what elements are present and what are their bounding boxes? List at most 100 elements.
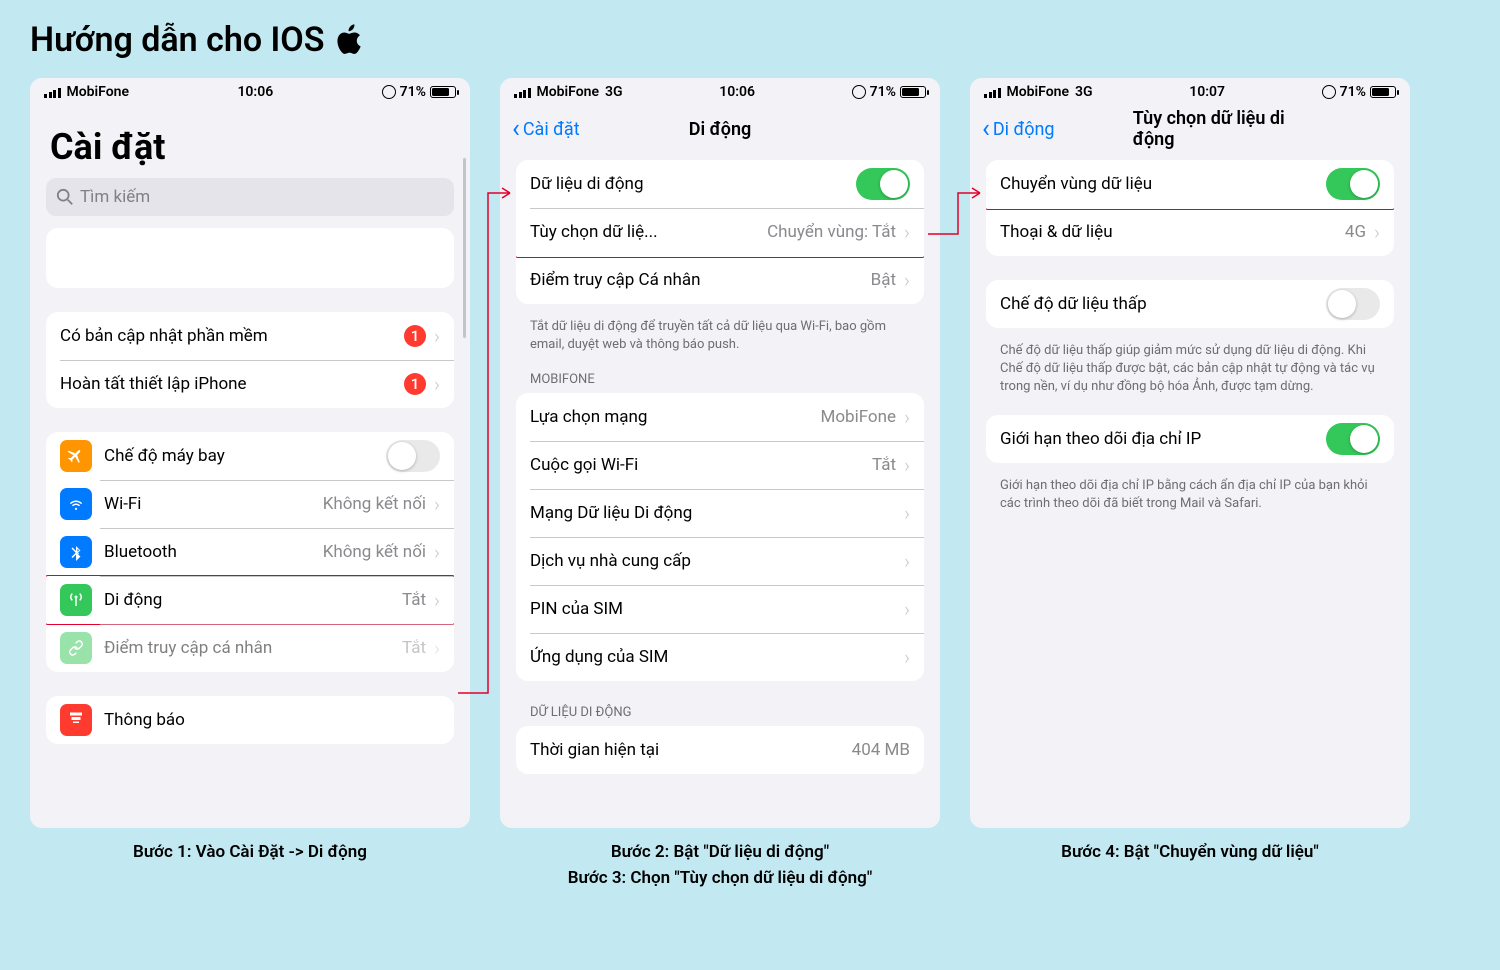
row-label: Cuộc gọi Wi-Fi [530,455,872,475]
page-title: Hướng dẫn cho IOS [30,20,1470,60]
nav-bar: ‹ Di động Tùy chọn dữ liệu di động [970,106,1410,152]
account-card[interactable] [46,228,454,288]
row-value: Tắt [402,590,426,610]
settings-title: Cài đặt [30,106,470,178]
row-value: 4G [1345,222,1366,242]
hotspot-row[interactable]: Điểm truy cập cá nhân Tắt › [46,624,454,672]
row-label: Mạng Dữ liệu Di động [530,503,896,523]
back-button[interactable]: ‹ Cài đặt [512,114,580,144]
chevron-left-icon: ‹ [982,114,990,144]
chevron-right-icon: › [904,501,910,525]
link-icon [60,632,92,664]
roaming-switch[interactable] [1326,168,1380,200]
arrow-1to2 [458,178,518,728]
ip-limit-footer: Giới hạn theo dõi địa chỉ IP bằng cách ẩ… [970,471,1410,531]
search-icon [56,188,74,206]
data-footer-text: Tắt dữ liệu di động để truyền tất cả dữ … [500,312,940,372]
carrier-text: MobiFone [537,84,600,100]
row-label: Chế độ dữ liệu thấp [1000,294,1326,314]
finish-setup-row[interactable]: Hoàn tất thiết lập iPhone 1 › [46,360,454,408]
low-data-switch[interactable] [1326,288,1380,320]
chevron-right-icon: › [904,597,910,621]
bluetooth-icon [60,536,92,568]
apple-icon [334,23,364,57]
arrow-2to3 [928,178,988,258]
phone-2-mobile: MobiFone 3G 10:06 71% ‹ Cài đặt Di động … [500,78,940,828]
data-network-row[interactable]: Mạng Dữ liệu Di động › [516,489,924,537]
data-roaming-row[interactable]: Chuyển vùng dữ liệu [986,160,1394,208]
sim-apps-row[interactable]: Ứng dụng của SIM › [516,633,924,681]
mobifone-header: MOBIFONE [500,372,940,393]
row-label: Bluetooth [104,542,323,562]
badge: 1 [404,325,426,347]
mobile-data-row[interactable]: Dữ liệu di động [516,160,924,208]
ip-limit-row[interactable]: Giới hạn theo dõi địa chỉ IP [986,415,1394,463]
battery-icon [430,86,456,98]
data-usage-header: DỮ LIỆU DI ĐỘNG [500,705,940,726]
battery-text: 71% [400,84,426,100]
badge: 1 [404,373,426,395]
sim-pin-row[interactable]: PIN của SIM › [516,585,924,633]
row-label: Giới hạn theo dõi địa chỉ IP [1000,429,1326,449]
wifi-calling-row[interactable]: Cuộc gọi Wi-Fi Tắt › [516,441,924,489]
chevron-left-icon: ‹ [512,114,520,144]
airplane-switch[interactable] [386,440,440,472]
row-label: Điểm truy cập cá nhân [104,638,402,658]
bell-icon [60,704,92,736]
chevron-right-icon: › [904,220,910,244]
data-options-row[interactable]: Tùy chọn dữ liệ... Chuyển vùng: Tắt › [516,208,924,256]
software-update-row[interactable]: Có bản cập nhật phần mềm 1 › [46,312,454,360]
row-label: Lựa chọn mạng [530,407,820,427]
mobile-row[interactable]: Di động Tắt › [46,576,454,624]
airplane-mode-row[interactable]: Chế độ máy bay [46,432,454,480]
low-data-mode-row[interactable]: Chế độ dữ liệu thấp [986,280,1394,328]
row-label: Ứng dụng của SIM [530,647,896,667]
page-title-text: Hướng dẫn cho IOS [30,20,324,60]
back-label: Cài đặt [523,119,580,140]
row-label: Thông báo [104,710,440,730]
notifications-row[interactable]: Thông báo [46,696,454,744]
chevron-right-icon: › [904,405,910,429]
status-bar: MobiFone 3G 10:07 71% [970,78,1410,106]
row-label: Chuyển vùng dữ liệu [1000,174,1326,194]
row-label: Dịch vụ nhà cung cấp [530,551,896,571]
row-label: Điểm truy cập Cá nhân [530,270,871,290]
chevron-right-icon: › [434,636,440,660]
caption-2: Bước 2: Bật "Dữ liệu di động" Bước 3: Ch… [500,840,940,891]
signal-icon [514,86,531,98]
network-text: 3G [605,84,623,100]
bluetooth-row[interactable]: Bluetooth Không kết nối › [46,528,454,576]
row-label: Tùy chọn dữ liệ... [530,222,767,242]
row-value: Tắt [402,638,426,658]
status-time: 10:06 [129,84,382,100]
hotspot-row[interactable]: Điểm truy cập Cá nhân Bật › [516,256,924,304]
signal-icon [984,86,1001,98]
row-label: PIN của SIM [530,599,896,619]
voice-data-row[interactable]: Thoại & dữ liệu 4G › [986,208,1394,256]
row-value: Chuyển vùng: Tắt [767,222,896,242]
wifi-row[interactable]: Wi-Fi Không kết nối › [46,480,454,528]
ip-limit-switch[interactable] [1326,423,1380,455]
status-bar: MobiFone 3G 10:06 71% [500,78,940,106]
status-bar: MobiFone 10:06 71% [30,78,470,106]
row-label: Dữ liệu di động [530,174,856,194]
mobile-data-switch[interactable] [856,168,910,200]
current-period-row[interactable]: Thời gian hiện tại 404 MB [516,726,924,774]
battery-icon [1370,86,1396,98]
network-selection-row[interactable]: Lựa chọn mạng MobiFone › [516,393,924,441]
chevron-right-icon: › [904,453,910,477]
search-placeholder: Tìm kiếm [80,187,150,207]
status-icon [382,85,396,99]
row-label: Có bản cập nhật phần mềm [60,326,404,346]
chevron-right-icon: › [904,268,910,292]
row-value: Không kết nối [323,542,426,562]
row-label: Wi-Fi [104,494,323,514]
airplane-icon [60,440,92,472]
caption-3: Bước 4: Bật "Chuyển vùng dữ liệu" [970,840,1410,891]
search-input[interactable]: Tìm kiếm [46,178,454,216]
chevron-right-icon: › [904,645,910,669]
back-button[interactable]: ‹ Di động [982,114,1055,144]
chevron-right-icon: › [434,492,440,516]
carrier-services-row[interactable]: Dịch vụ nhà cung cấp › [516,537,924,585]
back-label: Di động [993,119,1055,140]
